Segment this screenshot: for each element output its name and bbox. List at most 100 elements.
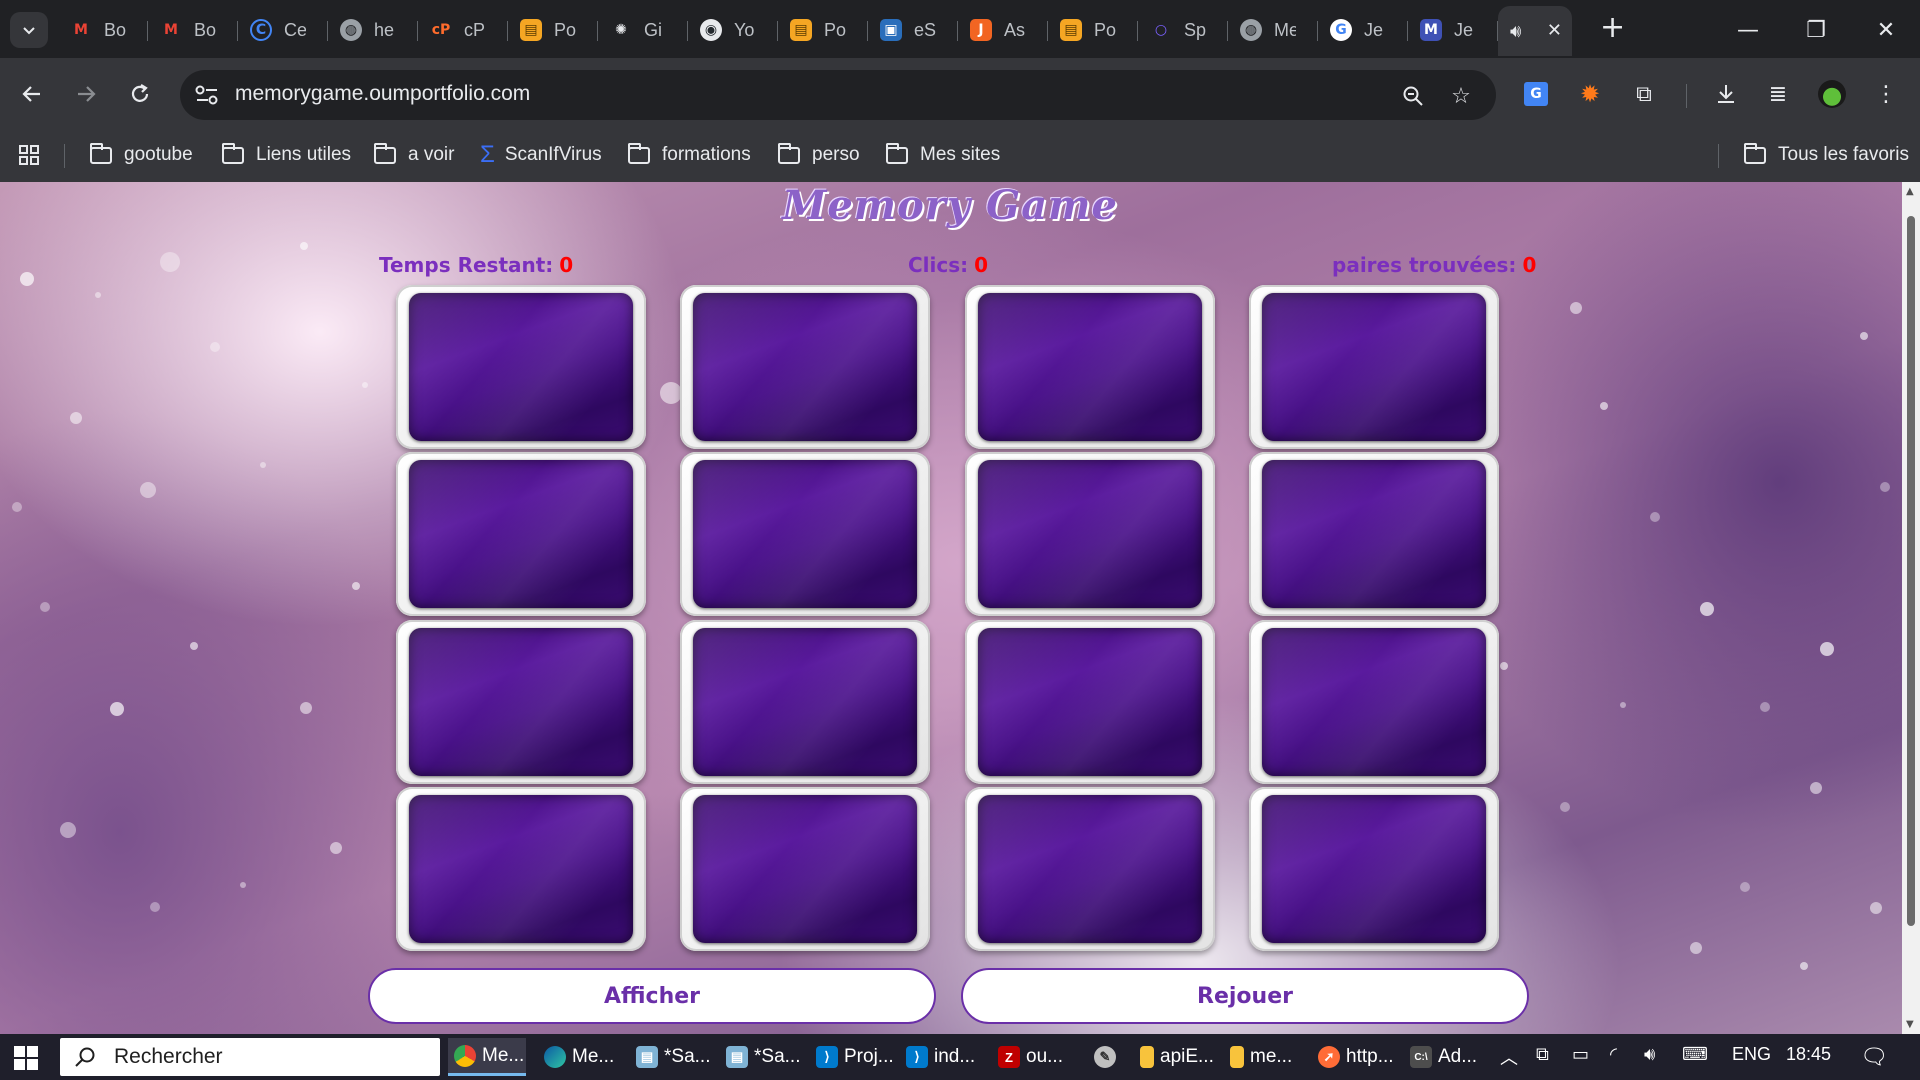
memory-card[interactable] <box>396 452 646 616</box>
bookmark-folder[interactable]: gootube <box>90 140 193 170</box>
memory-card[interactable] <box>396 787 646 951</box>
memory-card[interactable] <box>965 787 1215 951</box>
restore-button[interactable]: ❐ <box>1796 12 1836 48</box>
tab[interactable]: ▤ Po <box>508 8 598 52</box>
taskbar-app[interactable]: Zou... <box>992 1038 1069 1076</box>
memory-card[interactable] <box>680 452 930 616</box>
bookmark-folder[interactable]: Mes sites <box>886 140 1000 170</box>
bokeh-dot <box>1570 302 1582 314</box>
wifi-icon[interactable]: ◜ <box>1610 1044 1617 1065</box>
memory-card[interactable] <box>396 620 646 784</box>
tray-app-icon[interactable]: ⧉ <box>1536 1044 1549 1065</box>
tab[interactable]: G Je <box>1318 8 1408 52</box>
tab[interactable]: M Je <box>1408 8 1498 52</box>
taskbar-app[interactable]: Me... <box>538 1038 620 1076</box>
card-back <box>978 628 1202 776</box>
bokeh-dot <box>1650 512 1660 522</box>
url-text[interactable]: memorygame.oumportfolio.com <box>235 82 530 106</box>
tab[interactable]: ◍ Me <box>1228 8 1318 52</box>
tab[interactable]: ▣ eS <box>868 8 958 52</box>
media-control-icon[interactable]: ≣ <box>1760 76 1796 112</box>
bookmark-folder[interactable]: formations <box>628 140 751 170</box>
language-indicator[interactable]: ENG <box>1732 1044 1771 1065</box>
scroll-down-icon[interactable]: ▼ <box>1906 1019 1914 1030</box>
clock[interactable]: 18:45 <box>1786 1044 1831 1065</box>
speaker-icon[interactable]: 🔊︎ <box>1510 21 1521 42</box>
folder-icon <box>1744 142 1766 164</box>
tab[interactable]: M Bo <box>148 8 238 52</box>
scroll-thumb[interactable] <box>1907 216 1915 926</box>
taskbar-app[interactable]: Me... <box>448 1038 526 1076</box>
tab[interactable]: J As <box>958 8 1048 52</box>
bookmark-folder[interactable]: Liens utiles <box>222 140 351 170</box>
tab[interactable]: ✺ Gi <box>598 8 688 52</box>
menu-kebab-icon[interactable]: ⋮ <box>1868 76 1904 112</box>
memory-card[interactable] <box>965 620 1215 784</box>
bookmark-link[interactable]: Σ ScanIfVirus <box>480 140 602 170</box>
taskbar-app[interactable]: ⟩ ind... <box>900 1038 981 1076</box>
reload-button[interactable] <box>122 76 158 112</box>
memory-card[interactable] <box>680 285 930 449</box>
tab[interactable]: ◍ he <box>328 8 418 52</box>
taskbar-app[interactable]: apiE... <box>1134 1038 1220 1076</box>
extensions-puzzle-icon[interactable]: ⧉ <box>1626 76 1662 112</box>
tab[interactable]: M Bo <box>58 8 148 52</box>
profile-avatar[interactable] <box>1814 76 1850 112</box>
google-translate-icon[interactable]: G <box>1518 76 1554 112</box>
taskbar-app[interactable]: ⟩ Proj... <box>810 1038 900 1076</box>
folder-orange-icon: ▤ <box>1060 19 1082 41</box>
battery-icon[interactable]: ▭ <box>1572 1044 1589 1065</box>
minimize-button[interactable]: — <box>1728 12 1768 48</box>
filezilla-icon: Z <box>998 1046 1020 1068</box>
new-tab-button[interactable]: + <box>1600 13 1625 43</box>
memory-card[interactable] <box>1249 285 1499 449</box>
tab[interactable]: ▤ Po <box>1048 8 1138 52</box>
globe-icon: ◍ <box>1240 19 1262 41</box>
taskbar-app[interactable]: ➚ http... <box>1312 1038 1400 1076</box>
tray-chevron-up-icon[interactable]: ︿ <box>1500 1044 1518 1070</box>
taskbar-app[interactable]: me... <box>1224 1038 1298 1076</box>
zoom-icon[interactable] <box>1400 83 1426 109</box>
windows-start-icon[interactable] <box>14 1046 38 1070</box>
apps-grid-icon[interactable] <box>18 140 40 170</box>
tab-active[interactable]: 🔊︎ ✕ <box>1498 6 1572 56</box>
scroll-up-icon[interactable]: ▲ <box>1906 186 1914 197</box>
close-icon[interactable]: ✕ <box>1547 20 1562 41</box>
memory-card[interactable] <box>965 285 1215 449</box>
tab[interactable]: cP cP <box>418 8 508 52</box>
bookmark-folder[interactable]: perso <box>778 140 860 170</box>
memory-card[interactable] <box>1249 787 1499 951</box>
site-info-icon[interactable] <box>194 83 220 107</box>
volume-icon[interactable]: 🔊︎ <box>1644 1044 1655 1065</box>
extension-flame-icon[interactable]: ✹ <box>1572 76 1608 112</box>
download-icon[interactable] <box>1708 76 1744 112</box>
close-window-button[interactable]: ✕ <box>1866 12 1906 48</box>
taskbar-app[interactable]: ▤ *Sa... <box>720 1038 806 1076</box>
taskbar-app[interactable]: C:\ Ad... <box>1404 1038 1483 1076</box>
bookmark-folder[interactable]: a voir <box>374 140 454 170</box>
memory-card[interactable] <box>680 620 930 784</box>
replay-button[interactable]: Rejouer <box>961 968 1529 1024</box>
taskbar-search[interactable]: Rechercher <box>60 1038 440 1076</box>
show-button[interactable]: Afficher <box>368 968 936 1024</box>
tab[interactable]: ◉ Yo <box>688 8 778 52</box>
address-bar[interactable]: memorygame.oumportfolio.com ☆ <box>180 70 1496 120</box>
tab[interactable]: ○ Sp <box>1138 8 1228 52</box>
all-bookmarks-folder[interactable]: Tous les favoris <box>1744 140 1909 170</box>
notification-icon[interactable]: 🗨︎ <box>1860 1044 1888 1070</box>
tab[interactable]: ▤ Po <box>778 8 868 52</box>
memory-card[interactable] <box>1249 452 1499 616</box>
page-scrollbar[interactable]: ▲ ▼ <box>1902 182 1920 1034</box>
memory-card[interactable] <box>965 452 1215 616</box>
tab[interactable]: C Ce <box>238 8 328 52</box>
memory-card[interactable] <box>396 285 646 449</box>
memory-card[interactable] <box>1249 620 1499 784</box>
memory-card[interactable] <box>680 787 930 951</box>
keyboard-icon[interactable]: ⌨ <box>1682 1044 1708 1065</box>
taskbar-app[interactable]: ▤ *Sa... <box>630 1038 716 1076</box>
forward-button[interactable] <box>68 76 104 112</box>
tab-search-button[interactable] <box>10 12 48 48</box>
taskbar-app[interactable]: ✎ <box>1088 1038 1128 1076</box>
back-button[interactable] <box>14 76 50 112</box>
bookmark-star-icon[interactable]: ☆ <box>1448 83 1474 109</box>
